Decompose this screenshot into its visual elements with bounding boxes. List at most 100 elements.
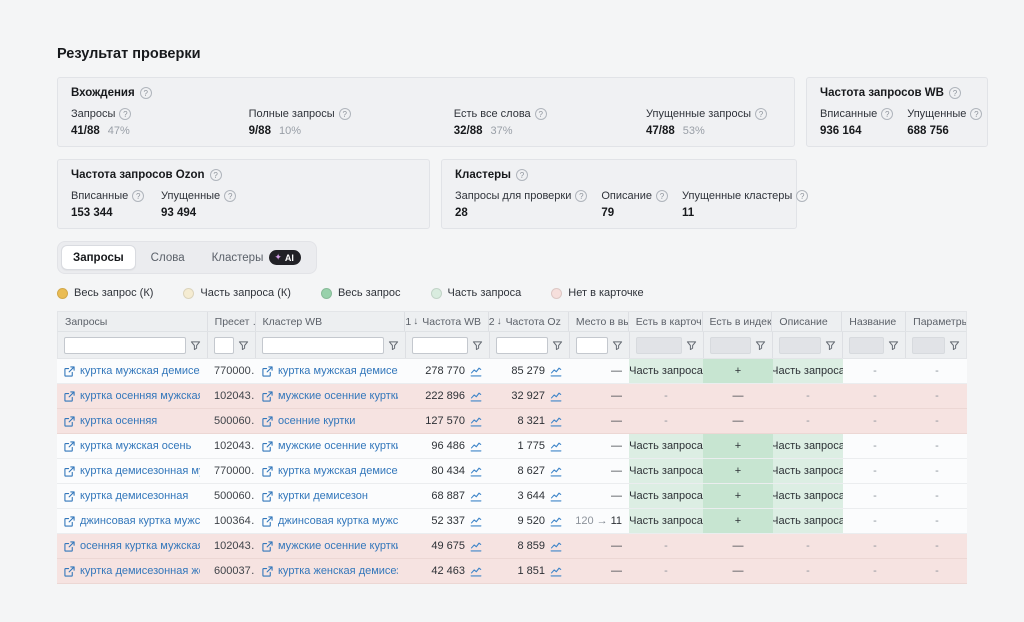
external-link-icon[interactable] bbox=[64, 416, 75, 427]
help-icon[interactable]: ? bbox=[796, 190, 808, 202]
column-header-in_card[interactable]: Есть в карточке bbox=[629, 312, 703, 331]
filter-funnel-icon[interactable] bbox=[612, 340, 623, 351]
filter-input-query[interactable] bbox=[64, 337, 186, 354]
external-link-icon[interactable] bbox=[64, 391, 75, 402]
filter-select-params[interactable] bbox=[912, 337, 945, 354]
chart-icon[interactable] bbox=[470, 565, 482, 577]
query-link[interactable]: куртка осенняя мужская bbox=[80, 390, 200, 402]
chart-icon[interactable] bbox=[470, 515, 482, 527]
cluster-link[interactable]: мужские осенние куртки bbox=[278, 440, 398, 452]
filter-funnel-icon[interactable] bbox=[238, 340, 249, 351]
column-header-freq_wb[interactable]: 1↓Частота WB bbox=[405, 312, 489, 331]
external-link-icon[interactable] bbox=[262, 491, 273, 502]
help-icon[interactable]: ? bbox=[119, 108, 131, 120]
filter-funnel-icon[interactable] bbox=[888, 340, 899, 351]
query-link[interactable]: осенняя куртка мужская bbox=[80, 540, 200, 552]
column-header-indexed[interactable]: Есть в индекси… bbox=[703, 312, 773, 331]
external-link-icon[interactable] bbox=[262, 466, 273, 477]
chart-icon[interactable] bbox=[550, 390, 562, 402]
filter-funnel-icon[interactable] bbox=[825, 340, 836, 351]
help-icon[interactable]: ? bbox=[881, 108, 893, 120]
help-icon[interactable]: ? bbox=[535, 108, 547, 120]
cluster-link[interactable]: мужские осенние куртки bbox=[278, 540, 398, 552]
chart-icon[interactable] bbox=[550, 465, 562, 477]
help-icon[interactable]: ? bbox=[140, 87, 152, 99]
column-header-query[interactable]: Запросы bbox=[58, 312, 208, 331]
cluster-link[interactable]: осенние куртки bbox=[278, 415, 355, 427]
cluster-link[interactable]: куртка мужская демисезо bbox=[278, 365, 398, 377]
chart-icon[interactable] bbox=[470, 490, 482, 502]
filter-select-indexed[interactable] bbox=[710, 337, 752, 354]
query-link[interactable]: куртка мужская осень bbox=[80, 440, 191, 452]
cluster-link[interactable]: куртки демисезон bbox=[278, 490, 368, 502]
filter-funnel-icon[interactable] bbox=[686, 340, 697, 351]
filter-input-preset[interactable] bbox=[214, 337, 234, 354]
filter-funnel-icon[interactable] bbox=[949, 340, 960, 351]
help-icon[interactable]: ? bbox=[339, 108, 351, 120]
query-link[interactable]: джинсовая куртка мужск bbox=[80, 515, 200, 527]
help-icon[interactable]: ? bbox=[575, 190, 587, 202]
help-icon[interactable]: ? bbox=[656, 190, 668, 202]
filter-funnel-icon[interactable] bbox=[388, 340, 399, 351]
filter-funnel-icon[interactable] bbox=[552, 340, 563, 351]
external-link-icon[interactable] bbox=[262, 391, 273, 402]
help-icon[interactable]: ? bbox=[132, 190, 144, 202]
filter-funnel-icon[interactable] bbox=[755, 340, 766, 351]
external-link-icon[interactable] bbox=[64, 566, 75, 577]
filter-select-name[interactable] bbox=[849, 337, 885, 354]
filter-select-in_card[interactable] bbox=[636, 337, 682, 354]
query-link[interactable]: куртка осенняя bbox=[80, 415, 157, 427]
cluster-link[interactable]: джинсовая куртка мужск bbox=[278, 515, 398, 527]
help-icon[interactable]: ? bbox=[949, 87, 961, 99]
external-link-icon[interactable] bbox=[262, 416, 273, 427]
chart-icon[interactable] bbox=[470, 465, 482, 477]
query-link[interactable]: куртка мужская демисезо bbox=[80, 365, 200, 377]
help-icon[interactable]: ? bbox=[755, 108, 767, 120]
external-link-icon[interactable] bbox=[64, 516, 75, 527]
chart-icon[interactable] bbox=[550, 515, 562, 527]
column-header-cluster[interactable]: Кластер WB bbox=[256, 312, 406, 331]
column-header-freq_oz[interactable]: 2↓Частота Oz bbox=[489, 312, 569, 331]
column-header-params[interactable]: Параметры bbox=[906, 312, 966, 331]
external-link-icon[interactable] bbox=[262, 541, 273, 552]
filter-funnel-icon[interactable] bbox=[190, 340, 201, 351]
tab-clusters[interactable]: Кластеры ✦AI bbox=[200, 245, 313, 270]
chart-icon[interactable] bbox=[470, 415, 482, 427]
column-header-name[interactable]: Название bbox=[842, 312, 906, 331]
external-link-icon[interactable] bbox=[262, 566, 273, 577]
cluster-link[interactable]: мужские осенние куртки bbox=[278, 390, 398, 402]
chart-icon[interactable] bbox=[470, 365, 482, 377]
chart-icon[interactable] bbox=[550, 440, 562, 452]
chart-icon[interactable] bbox=[550, 490, 562, 502]
query-link[interactable]: куртка демисезонная жен bbox=[80, 565, 200, 577]
chart-icon[interactable] bbox=[550, 365, 562, 377]
query-link[interactable]: куртка демисезонная муж bbox=[80, 465, 200, 477]
column-header-position[interactable]: Место в выдаче bbox=[569, 312, 629, 331]
external-link-icon[interactable] bbox=[64, 441, 75, 452]
filter-funnel-icon[interactable] bbox=[472, 340, 483, 351]
help-icon[interactable]: ? bbox=[224, 190, 236, 202]
chart-icon[interactable] bbox=[470, 390, 482, 402]
filter-input-cluster[interactable] bbox=[262, 337, 384, 354]
external-link-icon[interactable] bbox=[64, 366, 75, 377]
sort-desc-icon[interactable]: ↓ bbox=[413, 316, 418, 327]
column-header-preset[interactable]: Пресет … bbox=[208, 312, 256, 331]
chart-icon[interactable] bbox=[470, 540, 482, 552]
cluster-link[interactable]: куртка мужская демисезо bbox=[278, 465, 398, 477]
sort-desc-icon[interactable]: ↓ bbox=[497, 316, 502, 327]
query-link[interactable]: куртка демисезонная bbox=[80, 490, 188, 502]
chart-icon[interactable] bbox=[550, 540, 562, 552]
filter-input-freq_oz[interactable] bbox=[496, 337, 548, 354]
tab-words[interactable]: Слова bbox=[139, 245, 197, 270]
external-link-icon[interactable] bbox=[262, 441, 273, 452]
external-link-icon[interactable] bbox=[262, 366, 273, 377]
column-header-description[interactable]: Описание bbox=[772, 312, 842, 331]
chart-icon[interactable] bbox=[470, 440, 482, 452]
help-icon[interactable]: ? bbox=[516, 169, 528, 181]
chart-icon[interactable] bbox=[550, 565, 562, 577]
help-icon[interactable]: ? bbox=[970, 108, 982, 120]
external-link-icon[interactable] bbox=[64, 466, 75, 477]
tab-queries[interactable]: Запросы bbox=[61, 245, 136, 270]
external-link-icon[interactable] bbox=[64, 541, 75, 552]
filter-input-position[interactable] bbox=[576, 337, 608, 354]
